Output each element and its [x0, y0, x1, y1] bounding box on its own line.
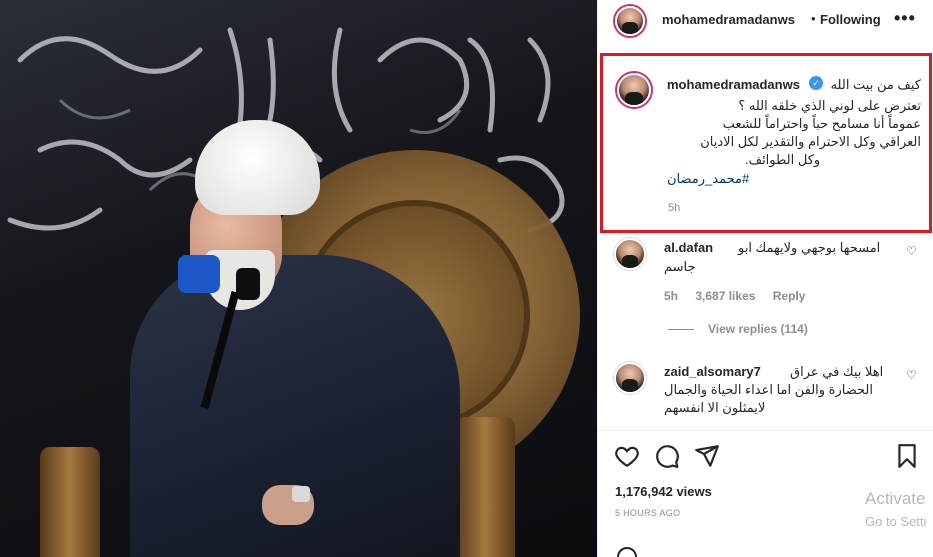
verified-badge-icon: ✓: [809, 76, 823, 90]
commenter-avatar[interactable]: [614, 238, 646, 270]
comment-text: امسحها بوجهي ولايهمك ابو: [738, 240, 881, 255]
wristwatch: [292, 486, 310, 502]
microphone-blue: [178, 255, 220, 293]
more-horizontal-icon[interactable]: •••: [894, 8, 916, 29]
activate-watermark: Activate: [865, 489, 926, 508]
settings-watermark: Go to Setti: [865, 514, 927, 529]
comment-text: جاسم: [664, 259, 696, 274]
replies-divider: [668, 328, 694, 330]
header-separator: •: [811, 11, 816, 26]
throne-post-left: [40, 447, 100, 557]
following-button[interactable]: Following: [820, 12, 881, 27]
post-date[interactable]: 5 HOURS AGO: [615, 508, 680, 518]
caption-hashtag[interactable]: #محمد_رمضان: [667, 171, 749, 187]
comment-icon[interactable]: [654, 443, 680, 469]
comment-text: الحضارة والفن اما اعداء الحياة والجمال: [664, 382, 873, 397]
caption-line: العراقي وكل الاحترام والتقدير لكل الاديا…: [700, 134, 921, 149]
comment-time[interactable]: 5h: [664, 289, 678, 303]
caption-line: وكل الطوائف.: [745, 152, 821, 167]
commenter-avatar[interactable]: [614, 362, 646, 394]
author-avatar[interactable]: [615, 6, 645, 36]
microphone-black: [236, 268, 260, 300]
throne-post-right: [455, 417, 515, 557]
bookmark-icon[interactable]: [894, 443, 920, 469]
post-side-panel: mohamedramadanws • Following ••• mohamed…: [597, 0, 933, 557]
action-bar: [598, 430, 933, 476]
caption-line: عموماً أنا مسامح حباً واحتراماً للشعب: [722, 116, 921, 131]
emoji-icon[interactable]: [617, 547, 637, 557]
caption-line: كيف من بيت الله: [830, 77, 921, 92]
heart-icon[interactable]: ♡: [906, 368, 917, 382]
post-video[interactable]: [0, 0, 597, 557]
reply-button[interactable]: Reply: [773, 289, 806, 303]
commenter-username[interactable]: zaid_alsomary7: [664, 364, 761, 379]
author-username[interactable]: mohamedramadanws: [662, 12, 795, 27]
comment-meta: 5h 3,687 likes Reply: [664, 289, 819, 303]
post-header: mohamedramadanws • Following •••: [598, 0, 933, 40]
comment-likes[interactable]: 3,687 likes: [695, 289, 755, 303]
caption-line: تعترض على لوني الذي خلقه الله ؟: [738, 98, 921, 113]
caption-highlight: mohamedramadanws ✓ كيف من بيت الله تعترض…: [600, 53, 932, 233]
caption-time[interactable]: 5h: [668, 202, 680, 214]
view-replies-label: View replies (114): [708, 322, 808, 336]
comment-text: لايمثلون الا انفسهم: [664, 400, 766, 415]
comment-text: اهلا بيك في عراق: [790, 364, 884, 379]
instagram-post-view: mohamedramadanws • Following ••• mohamed…: [0, 0, 933, 557]
view-replies-button[interactable]: View replies (114): [668, 322, 808, 336]
caption-username[interactable]: mohamedramadanws: [667, 77, 800, 92]
heart-icon[interactable]: [614, 443, 640, 469]
send-icon[interactable]: [694, 443, 720, 469]
caption-avatar[interactable]: [617, 73, 651, 107]
heart-icon[interactable]: ♡: [906, 244, 917, 258]
commenter-username[interactable]: al.dafan: [664, 240, 713, 255]
view-count[interactable]: 1,176,942 views: [615, 484, 712, 499]
